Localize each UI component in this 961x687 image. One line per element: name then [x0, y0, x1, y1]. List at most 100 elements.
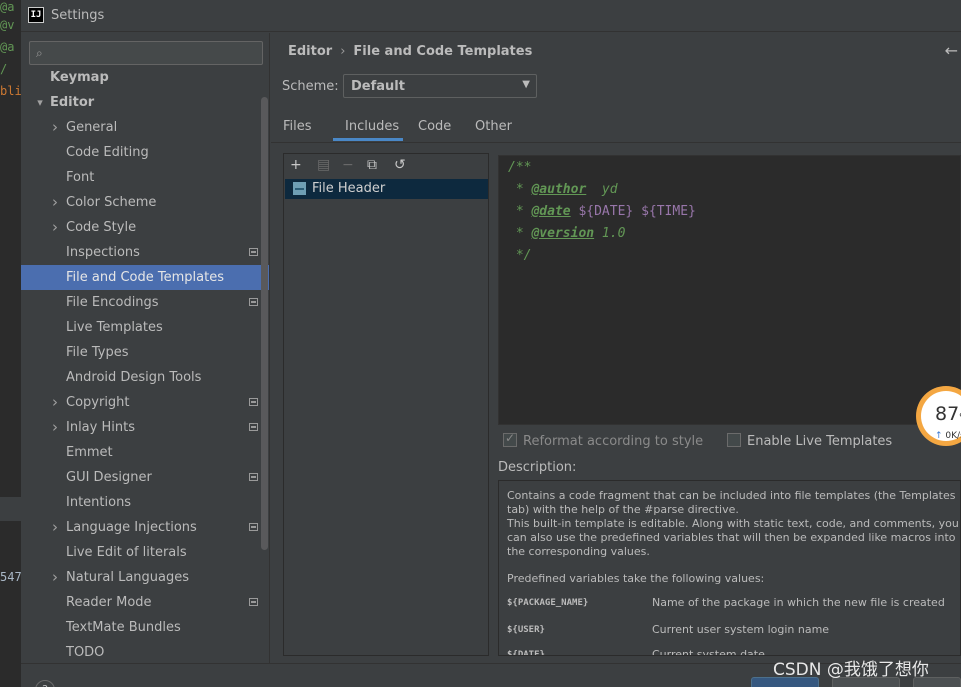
- scheme-label: Scheme:: [282, 79, 339, 94]
- sidebar-item-gui-designer[interactable]: GUI Designer: [21, 465, 269, 490]
- remove-icon[interactable]: −: [342, 157, 354, 173]
- template-list-item[interactable]: File Header: [285, 179, 488, 199]
- description-text: Contains a code fragment that can be inc…: [507, 489, 956, 502]
- chevron-right-icon[interactable]: ›: [50, 415, 60, 440]
- live-templates-checkbox[interactable]: [727, 433, 741, 447]
- sidebar-item-general[interactable]: › General: [21, 115, 269, 140]
- description-text: Predefined variables take the following …: [507, 572, 765, 585]
- chevron-right-icon[interactable]: ›: [50, 190, 60, 215]
- sidebar-item-label: Natural Languages: [66, 570, 190, 585]
- back-arrow-icon[interactable]: ←: [945, 41, 958, 60]
- sidebar-item-emmet[interactable]: Emmet: [21, 440, 269, 465]
- sidebar-item-code-editing[interactable]: Code Editing: [21, 140, 269, 165]
- project-level-icon: [249, 598, 258, 606]
- breadcrumb: Editor › File and Code Templates: [288, 44, 532, 59]
- sidebar-item-label: General: [66, 120, 118, 135]
- code-line: /**: [508, 160, 532, 175]
- live-templates-label: Enable Live Templates: [747, 434, 893, 449]
- chevron-right-icon[interactable]: ›: [50, 390, 60, 415]
- sidebar-item-label: Android Design Tools: [66, 370, 202, 385]
- project-level-icon: [249, 398, 258, 406]
- intellij-icon: IJ: [28, 7, 44, 23]
- add-icon[interactable]: +: [290, 157, 302, 173]
- sidebar-item-live-templates[interactable]: Live Templates: [21, 315, 269, 340]
- sidebar-item-editor[interactable]: ▾ Editor: [21, 90, 269, 115]
- description-text: This built-in template is editable. Alon…: [507, 517, 959, 530]
- chevron-right-icon[interactable]: ›: [50, 565, 60, 590]
- add-child-icon[interactable]: ▤: [317, 157, 330, 173]
- sidebar-item-textmate-bundles[interactable]: TextMate Bundles: [21, 615, 269, 640]
- arrow-up-icon: ↑: [935, 431, 943, 441]
- title-bar: IJ Settings: [21, 0, 961, 32]
- background-editor: @a @v @a / bli 547: [0, 0, 21, 687]
- settings-dialog: IJ Settings ⌕ Keymap ▾ Editor › General Code …: [21, 0, 961, 687]
- active-tab-indicator: [333, 138, 403, 141]
- sidebar-item-label: Language Injections: [66, 520, 197, 535]
- variable-description: Current user system login name: [652, 623, 830, 636]
- sidebar-item-code-style[interactable]: › Code Style: [21, 215, 269, 240]
- chevron-right-icon[interactable]: ›: [50, 115, 60, 140]
- sidebar-item-live-edit-of-literals[interactable]: Live Edit of literals: [21, 540, 269, 565]
- reset-icon[interactable]: ↺: [394, 157, 406, 173]
- live-templates-option[interactable]: Enable Live Templates: [727, 433, 892, 449]
- sidebar-item-color-scheme[interactable]: › Color Scheme: [21, 190, 269, 215]
- bg-code-line: @v: [0, 18, 15, 32]
- sidebar-item-file-encodings[interactable]: File Encodings: [21, 290, 269, 315]
- code-line: * @date ${DATE} ${TIME}: [508, 204, 696, 219]
- scheme-value: Default: [351, 79, 405, 94]
- template-toolbar: + ▤ − ⧉ ↺: [284, 154, 488, 178]
- variable-description: Name of the package in which the new fil…: [652, 596, 945, 609]
- template-code-editor[interactable]: /** * @author yd * @date ${DATE} ${TIME}…: [498, 155, 961, 425]
- breadcrumb-current: File and Code Templates: [353, 44, 533, 59]
- main-panel: Editor › File and Code Templates ← Scheme:…: [271, 33, 961, 663]
- tab-code[interactable]: Code: [418, 119, 451, 134]
- sidebar-item-font[interactable]: Font: [21, 165, 269, 190]
- bg-code-line: bli: [0, 84, 21, 98]
- chevron-down-icon: ▼: [522, 79, 530, 90]
- sidebar-item-keymap[interactable]: Keymap: [21, 65, 269, 90]
- sidebar-item-inlay-hints[interactable]: › Inlay Hints: [21, 415, 269, 440]
- description-text: tab) with the help of the #parse directi…: [507, 503, 739, 516]
- description-text: can also use the predefined variables th…: [507, 531, 956, 544]
- chevron-right-icon[interactable]: ›: [50, 515, 60, 540]
- sidebar-item-label: Reader Mode: [66, 595, 152, 610]
- tab-other[interactable]: Other: [475, 119, 512, 134]
- project-level-icon: [249, 298, 258, 306]
- sidebar-item-copyright[interactable]: › Copyright: [21, 390, 269, 415]
- copy-icon[interactable]: ⧉: [367, 157, 377, 173]
- tab-files[interactable]: Files: [283, 119, 312, 134]
- scheme-dropdown[interactable]: Default ▼: [343, 74, 537, 98]
- chevron-right-icon[interactable]: ›: [50, 215, 60, 240]
- project-level-icon: [249, 473, 258, 481]
- sidebar-item-label: Keymap: [50, 70, 109, 85]
- gauge-percent: 87%: [935, 403, 961, 425]
- reformat-checkbox[interactable]: [503, 431, 517, 447]
- sidebar-item-reader-mode[interactable]: Reader Mode: [21, 590, 269, 615]
- bg-code-line: @a: [0, 40, 15, 54]
- chevron-right-icon: ›: [340, 44, 346, 59]
- sidebar-item-language-injections[interactable]: › Language Injections: [21, 515, 269, 540]
- sidebar-item-file-and-code-templates[interactable]: File and Code Templates: [21, 265, 269, 290]
- tab-includes[interactable]: Includes: [345, 119, 399, 134]
- sidebar-item-label: TODO: [66, 645, 105, 660]
- sidebar-item-natural-languages[interactable]: › Natural Languages: [21, 565, 269, 590]
- variable-name: ${USER}: [507, 625, 545, 635]
- variable-name: ${DATE}: [507, 650, 545, 656]
- sidebar-item-android-design-tools[interactable]: Android Design Tools: [21, 365, 269, 390]
- template-list-panel: + ▤ − ⧉ ↺ File Header: [283, 153, 489, 656]
- settings-sidebar: ⌕ Keymap ▾ Editor › General Code Editing Font ›…: [21, 33, 270, 663]
- help-icon[interactable]: ?: [35, 680, 55, 687]
- chevron-down-icon[interactable]: ▾: [35, 90, 45, 115]
- breadcrumb-parent[interactable]: Editor: [288, 44, 332, 59]
- search-input[interactable]: ⌕: [29, 41, 263, 65]
- sidebar-scrollbar[interactable]: [261, 97, 268, 550]
- sidebar-item-todo[interactable]: TODO: [21, 640, 269, 663]
- reformat-label: Reformat according to style: [523, 434, 704, 449]
- sidebar-item-label: Code Style: [66, 220, 137, 235]
- reformat-option[interactable]: Reformat according to style: [503, 431, 704, 449]
- sidebar-item-inspections[interactable]: Inspections: [21, 240, 269, 265]
- sidebar-item-label: Live Templates: [66, 320, 163, 335]
- sidebar-item-intentions[interactable]: Intentions: [21, 490, 269, 515]
- sidebar-item-label: File Encodings: [66, 295, 159, 310]
- sidebar-item-file-types[interactable]: File Types: [21, 340, 269, 365]
